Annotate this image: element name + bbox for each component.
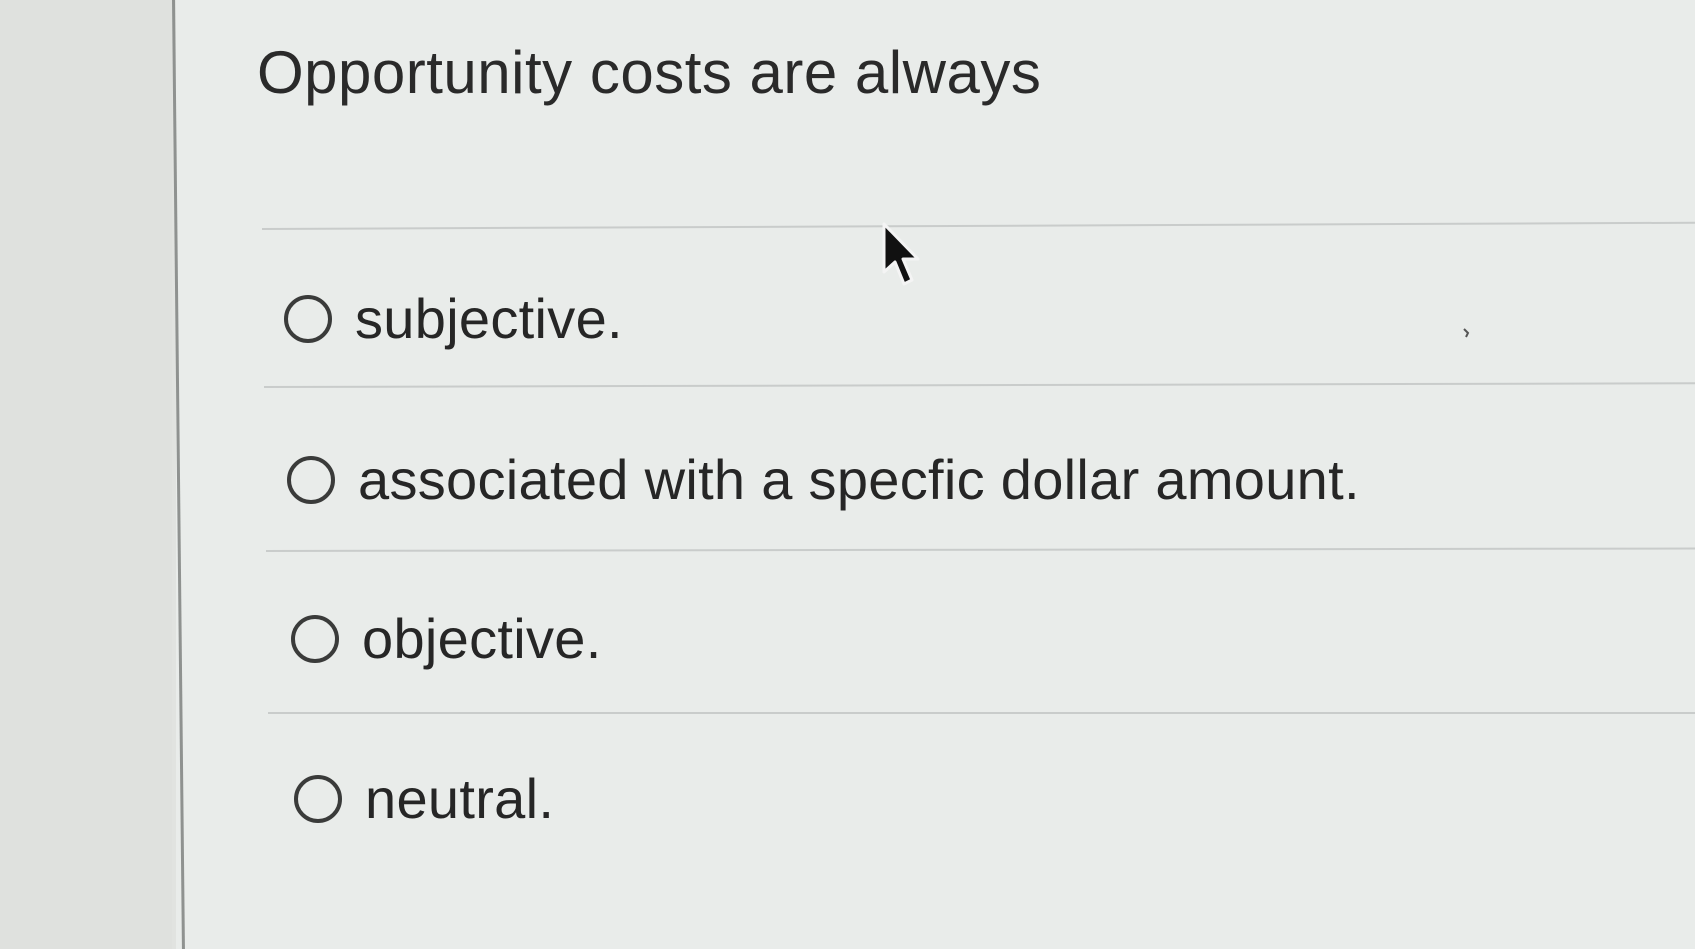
answer-option-subjective[interactable]: subjective.	[284, 286, 623, 351]
option-label: neutral.	[365, 767, 555, 830]
left-gutter	[0, 0, 172, 949]
radio-unselected-icon[interactable]	[287, 455, 335, 504]
question-title: Opportunity costs are always	[257, 39, 1042, 106]
quiz-screen: Opportunity costs are always subjective.…	[0, 0, 1695, 949]
option-label: subjective.	[355, 287, 623, 350]
option-label: objective.	[362, 607, 602, 670]
option-label: associated with a specfic dollar amount.	[358, 448, 1360, 511]
mouse-pointer-icon	[882, 222, 920, 286]
radio-unselected-icon[interactable]	[291, 614, 339, 663]
answer-option-objective[interactable]: objective.	[291, 606, 602, 671]
divider	[268, 712, 1695, 714]
speck	[1463, 328, 1470, 338]
radio-unselected-icon[interactable]	[294, 774, 342, 823]
answer-option-neutral[interactable]: neutral.	[294, 766, 554, 831]
radio-unselected-icon[interactable]	[284, 294, 332, 343]
answer-option-dollar-amount[interactable]: associated with a specfic dollar amount.	[287, 447, 1360, 512]
